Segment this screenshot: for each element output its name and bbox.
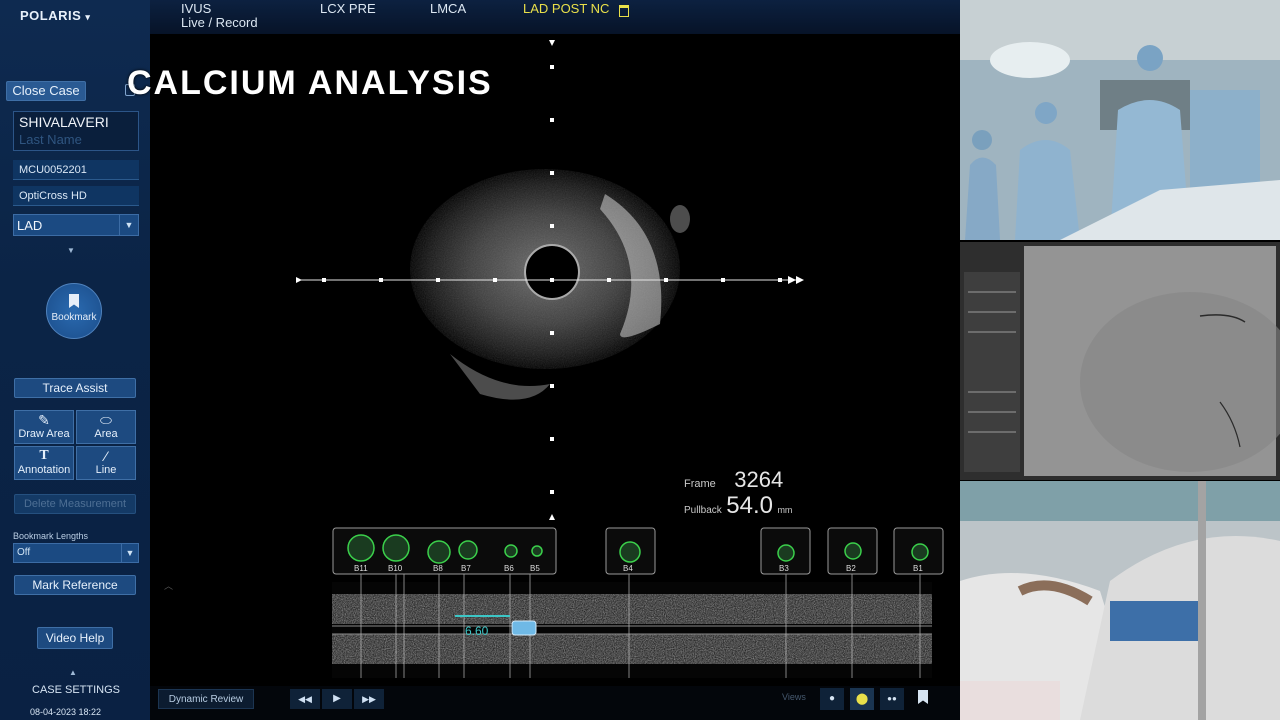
- patient-name-box[interactable]: SHIVALAVERI Last Name: [13, 111, 139, 151]
- table-scene: [960, 481, 1280, 720]
- tab-lad-post-nc[interactable]: LAD POST NC: [523, 1, 630, 17]
- bookmark-label-b2[interactable]: B2: [846, 564, 856, 573]
- patient-last-name-placeholder: Last Name: [19, 132, 82, 147]
- cath-lab-camera-feed: [960, 0, 1280, 240]
- ivus-canvas: [296, 40, 944, 678]
- bookmark-label-b1[interactable]: B1: [913, 564, 923, 573]
- table-camera-feed: [960, 481, 1280, 720]
- bookmark-lengths-label: Bookmark Lengths: [13, 531, 89, 541]
- play-button[interactable]: ▶: [322, 689, 352, 709]
- draw-area-tool[interactable]: ✎ Draw Area: [14, 410, 74, 444]
- tab-lcx-pre[interactable]: LCX PRE: [320, 2, 376, 16]
- patient-first-name: SHIVALAVERI: [19, 114, 109, 130]
- bookmark-label-b11[interactable]: B11: [354, 564, 368, 573]
- patient-id-field[interactable]: MCU0052201: [13, 160, 139, 180]
- chevron-down-icon: ▼: [119, 215, 138, 235]
- longitudinal-view: [332, 574, 932, 678]
- angiography-feed: [960, 242, 1280, 480]
- frame-readout: Frame 3264: [684, 467, 783, 493]
- split-view-button[interactable]: ⬤: [850, 688, 874, 710]
- bookmark-icon: [69, 294, 79, 308]
- bookmark-lengths-value: Off: [17, 547, 31, 558]
- cath-lab-scene: [960, 0, 1280, 240]
- bookmark-label-b10[interactable]: B10: [388, 564, 402, 573]
- pencil-icon: ✎: [38, 412, 50, 428]
- pullback-unit: mm: [777, 505, 793, 515]
- catheter-field[interactable]: OptiCross HD: [13, 186, 139, 206]
- angiography-image: [960, 242, 1280, 480]
- rewind-button[interactable]: ◀◀: [290, 689, 320, 709]
- ivus-view[interactable]: Frame 3264 Pullback 54.0 mm B11 B10 B8 B…: [150, 34, 960, 686]
- tab-ivus-live[interactable]: IVUS Live / Record: [181, 2, 258, 30]
- single-view-button[interactable]: ●: [820, 688, 844, 710]
- area-label: Area: [94, 428, 118, 440]
- left-sidebar: POLARIS ▾ Close Case SHIVALAVERI Last Na…: [0, 0, 150, 720]
- video-help-button[interactable]: Video Help: [37, 627, 113, 649]
- case-settings-expand-icon[interactable]: ▲: [69, 668, 77, 677]
- bookmark-label-b8[interactable]: B8: [433, 564, 443, 573]
- annotation-label: Annotation: [17, 464, 71, 476]
- tab-live-record-label: Live / Record: [181, 15, 258, 30]
- delete-measurement-button[interactable]: Delete Measurement: [14, 494, 136, 514]
- vessel-value: LAD: [17, 218, 43, 233]
- annotation-tool[interactable]: T Annotation: [14, 446, 74, 480]
- pullback-label: Pullback: [684, 505, 722, 516]
- chevron-down-icon: ▼: [121, 544, 138, 562]
- bookmark-label-b3[interactable]: B3: [779, 564, 789, 573]
- frame-value: 3264: [734, 467, 784, 492]
- bookmark-label: Bookmark: [51, 312, 97, 323]
- vessel-select[interactable]: LAD ▼: [13, 214, 139, 236]
- tab-lad-post-nc-label: LAD POST NC: [523, 1, 610, 16]
- bookmark-label-b5[interactable]: B5: [530, 564, 540, 573]
- bookmark-label-b6[interactable]: B6: [504, 564, 514, 573]
- bookmark-button[interactable]: Bookmark: [46, 283, 102, 339]
- pullback-readout: Pullback 54.0 mm: [684, 492, 792, 520]
- text-t-icon: T: [39, 448, 49, 463]
- crosshair: [296, 40, 804, 520]
- mark-reference-button[interactable]: Mark Reference: [14, 575, 136, 595]
- scroll-up-icon[interactable]: ︿: [164, 579, 173, 592]
- close-case-button[interactable]: Close Case: [6, 81, 86, 101]
- dynamic-review-button[interactable]: Dynamic Review: [158, 689, 254, 709]
- line-label: Line: [95, 464, 117, 476]
- area-tool[interactable]: ⬭ Area: [76, 410, 136, 444]
- case-settings-button[interactable]: CASE SETTINGS: [32, 684, 120, 696]
- line-icon: ⁄: [104, 448, 108, 464]
- bookmark-label-b4[interactable]: B4: [623, 564, 633, 573]
- fast-forward-button[interactable]: ▶▶: [354, 689, 384, 709]
- playback-bar: Dynamic Review ◀◀ ▶ ▶▶ Views ● ⬤ ●●: [150, 686, 960, 720]
- expand-patient-icon[interactable]: ▼: [67, 246, 75, 255]
- run-tabs: IVUS Live / Record LCX PRE LMCA LAD POST…: [150, 0, 960, 34]
- bookmark-lengths-select[interactable]: Off ▼: [13, 543, 139, 563]
- dual-view-button[interactable]: ●●: [880, 688, 904, 710]
- views-label: Views: [782, 692, 806, 702]
- bookmark-view-icon[interactable]: [918, 690, 928, 704]
- brand-menu[interactable]: POLARIS ▾: [20, 8, 90, 23]
- brand-name: POLARIS: [20, 8, 82, 23]
- area-shape-icon: ⬭: [100, 412, 112, 428]
- trash-icon[interactable]: [619, 5, 630, 17]
- datetime: 08-04-2023 18:22: [30, 707, 102, 717]
- line-tool[interactable]: ⁄ Line: [76, 446, 136, 480]
- cross-section-image: [410, 169, 690, 400]
- tab-lmca[interactable]: LMCA: [430, 2, 466, 16]
- trace-assist-button[interactable]: Trace Assist: [14, 378, 136, 398]
- chevron-down-icon: ▾: [85, 12, 91, 22]
- length-measurement-value: 6.60: [465, 624, 489, 638]
- bookmark-label-b7[interactable]: B7: [461, 564, 471, 573]
- pullback-value: 54.0: [726, 492, 773, 519]
- draw-area-label: Draw Area: [18, 428, 70, 440]
- tab-ivus-label: IVUS: [181, 1, 212, 16]
- overlay-title: CALCIUM ANALYSIS: [127, 64, 493, 102]
- frame-label: Frame: [684, 478, 716, 490]
